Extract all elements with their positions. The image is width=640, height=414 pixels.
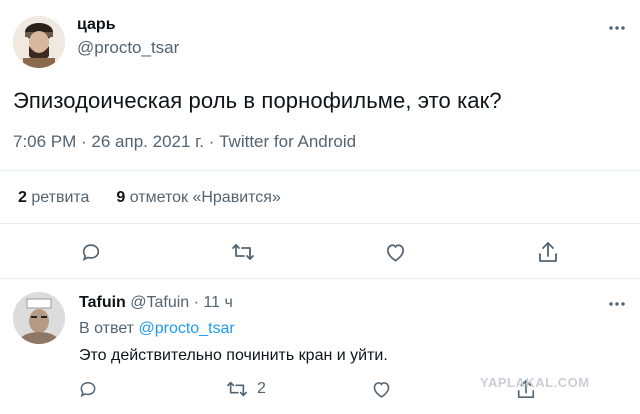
retweets-count[interactable]: 2: [18, 189, 27, 206]
replying-to: В ответ @procto_tsar: [79, 320, 235, 338]
likes-label[interactable]: отметок «Нравится»: [130, 189, 281, 206]
divider: [0, 278, 640, 279]
more-icon[interactable]: [606, 18, 628, 38]
reply-retweet-count[interactable]: 2: [257, 380, 266, 398]
like-icon[interactable]: [371, 379, 392, 399]
author-name[interactable]: царь: [77, 16, 116, 34]
divider: [0, 223, 640, 224]
watermark: YAPLAKAL.COM: [480, 375, 590, 390]
tweet-text: Эпизодоическая роль в порнофильме, это к…: [13, 88, 502, 113]
stats-row: 2 ретвита 9 отметок «Нравится»: [18, 189, 281, 207]
reply-author-handle[interactable]: @Tafuin: [130, 294, 189, 311]
reply-time[interactable]: · 11 ч: [194, 294, 233, 311]
likes-count[interactable]: 9: [116, 189, 125, 206]
reply-icon[interactable]: [80, 241, 102, 263]
more-icon[interactable]: [606, 294, 628, 314]
reply-icon[interactable]: [78, 379, 98, 399]
share-icon[interactable]: [537, 240, 559, 264]
like-icon[interactable]: [384, 241, 407, 263]
replying-to-handle[interactable]: @procto_tsar: [138, 320, 234, 337]
tweet-meta[interactable]: 7:06 PM · 26 апр. 2021 г. · Twitter for …: [13, 132, 356, 152]
reply-author-name[interactable]: Tafuin: [79, 294, 126, 311]
divider: [0, 170, 640, 171]
author-handle[interactable]: @procto_tsar: [77, 38, 179, 58]
avatar[interactable]: [13, 16, 65, 68]
reply-header: Tafuin @Tafuin · 11 ч: [79, 294, 233, 312]
replying-to-prefix: В ответ: [79, 320, 135, 337]
avatar[interactable]: [13, 292, 65, 344]
retweet-icon[interactable]: [226, 379, 248, 399]
retweet-icon[interactable]: [231, 241, 255, 263]
retweets-label[interactable]: ретвита: [31, 189, 89, 206]
reply-text: Это действительно починить кран и уйти.: [79, 347, 388, 364]
